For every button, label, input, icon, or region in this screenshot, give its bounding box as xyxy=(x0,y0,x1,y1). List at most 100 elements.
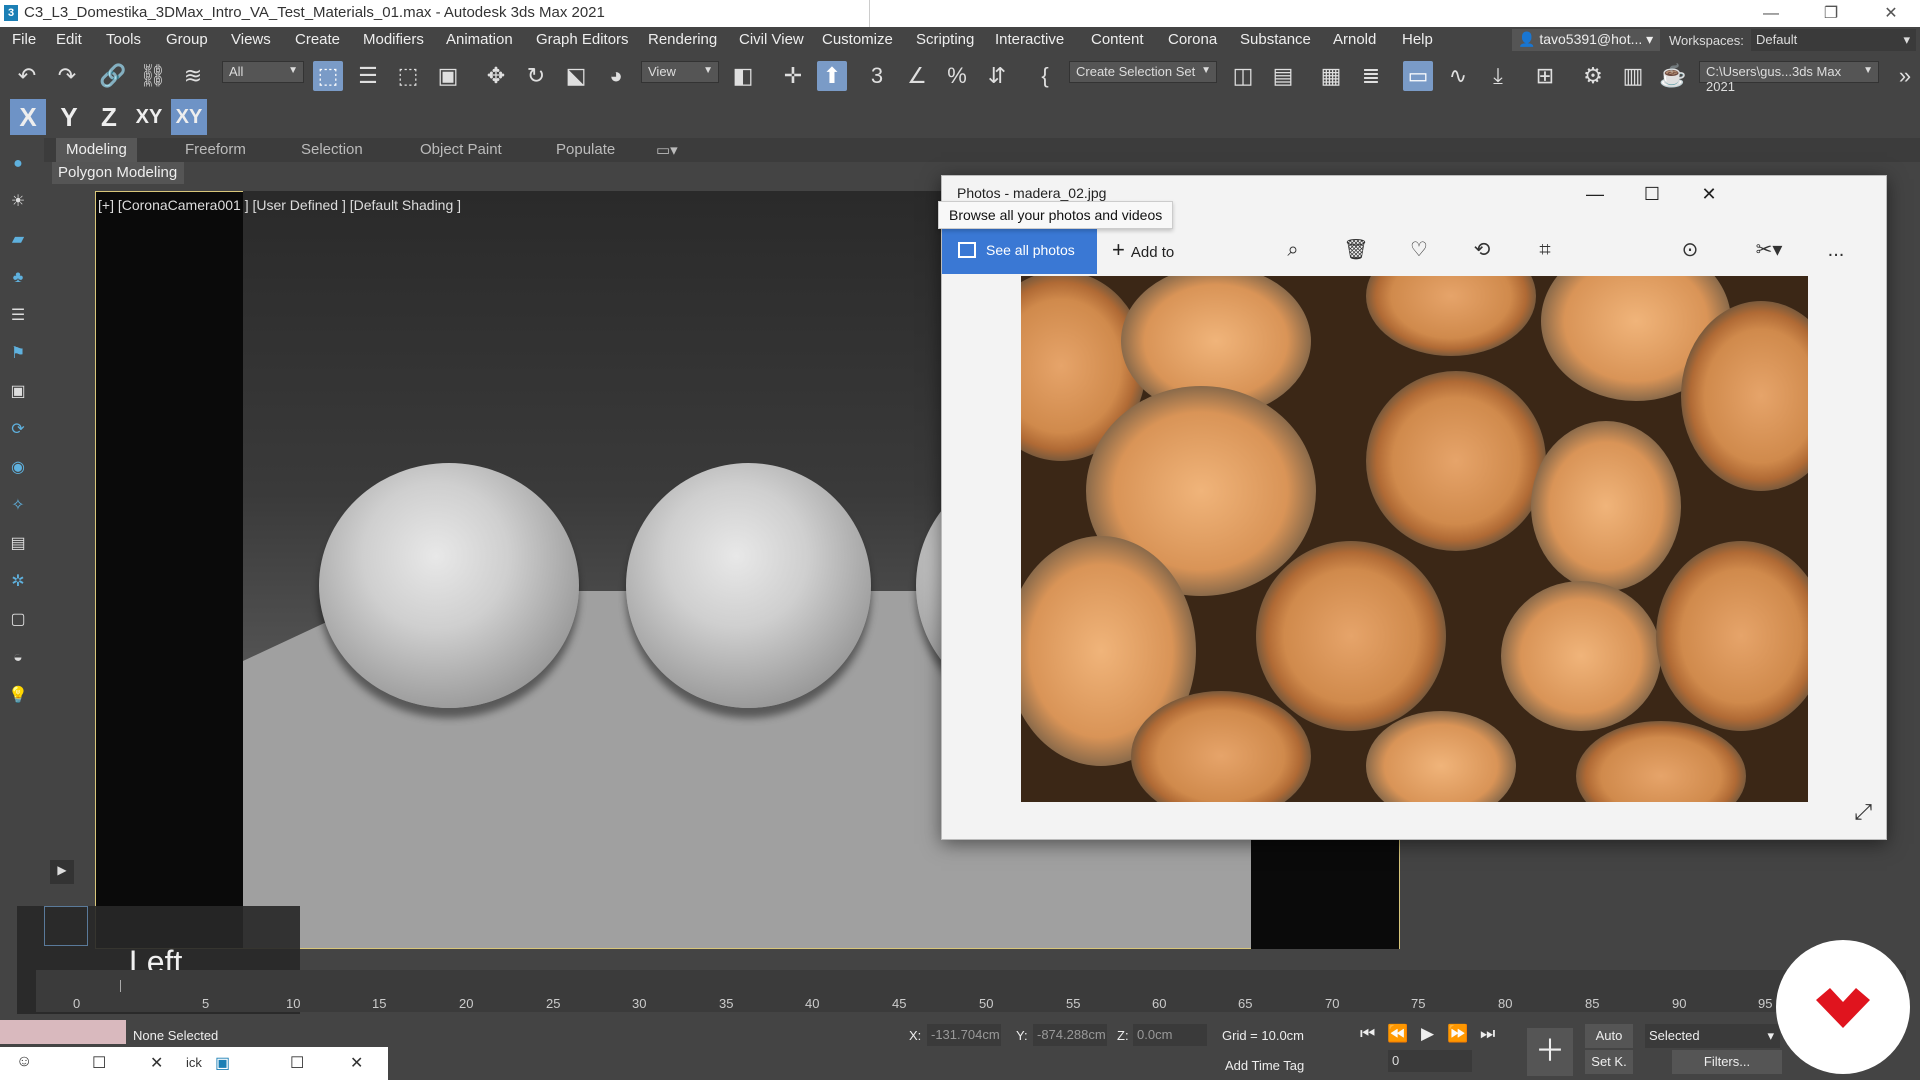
scene-states-icon[interactable]: ▢ xyxy=(8,610,28,630)
key-mode-select[interactable]: Selected ▾ xyxy=(1645,1024,1780,1048)
scale-icon[interactable]: ⬕ xyxy=(561,61,591,91)
curve-editor-icon[interactable]: ∿ xyxy=(1443,61,1473,91)
fullscreen-expand-icon[interactable]: ⤢ xyxy=(1854,799,1872,825)
go-to-end-icon[interactable]: ⏭ xyxy=(1480,1024,1495,1044)
taskbar-close-icon[interactable]: ✕ xyxy=(150,1053,163,1073)
timeline[interactable]: 0 5 10 15 20 25 30 35 40 45 50 55 60 65 … xyxy=(36,970,1906,1012)
auto-key-button[interactable]: Auto xyxy=(1585,1024,1633,1048)
menu-edit[interactable]: Edit xyxy=(56,31,82,48)
reference-coordinate-select[interactable]: View ▼ xyxy=(641,61,719,83)
camera-icon[interactable]: ▰ xyxy=(8,230,28,250)
visual-search-icon[interactable]: ⊙ xyxy=(1676,236,1704,264)
menu-scripting[interactable]: Scripting xyxy=(916,31,974,48)
rendered-frame-window-icon[interactable]: ▥ xyxy=(1618,61,1648,91)
taskbar-restore-icon-2[interactable]: ☐ xyxy=(290,1053,304,1073)
display-icon[interactable]: ▣ xyxy=(8,382,28,402)
set-key-button[interactable]: Set K. xyxy=(1585,1050,1633,1074)
menu-substance[interactable]: Substance xyxy=(1240,31,1311,48)
play-expand-icon[interactable]: ▶ xyxy=(50,860,74,884)
more-options-icon[interactable]: ... xyxy=(1822,236,1850,264)
angle-snap-icon[interactable]: ∠ xyxy=(902,61,932,91)
edit-create-icon[interactable]: ✂▾ xyxy=(1755,236,1783,264)
utilities-icon[interactable]: ⟳ xyxy=(8,420,28,440)
align-icon[interactable]: ▤ xyxy=(1268,61,1298,91)
menu-group[interactable]: Group xyxy=(166,31,208,48)
create-icon[interactable]: ● xyxy=(8,154,28,174)
add-to-button[interactable]: + Add to xyxy=(1112,226,1174,274)
tab-modeling[interactable]: Modeling xyxy=(56,138,137,162)
move-icon[interactable]: ✥ xyxy=(481,61,511,91)
menu-corona[interactable]: Corona xyxy=(1168,31,1217,48)
spinner-snap-icon[interactable]: ⇵ xyxy=(982,61,1012,91)
unlink-icon[interactable]: ⛓ xyxy=(138,61,168,91)
axis-z-button[interactable]: Z xyxy=(91,99,127,135)
rotate-icon[interactable]: ⟲ xyxy=(1468,236,1496,264)
taskbar-restore-icon[interactable]: ☐ xyxy=(92,1053,106,1073)
ribbon-toggle-icon[interactable]: ▭ xyxy=(1403,61,1433,91)
render-frame-icon[interactable]: ▤ xyxy=(8,534,28,554)
scene-explorer-icon[interactable]: ▦ xyxy=(1316,61,1346,91)
motion-icon[interactable]: ⚑ xyxy=(8,344,28,364)
window-crossing-icon[interactable]: ▣ xyxy=(433,61,463,91)
render-setup-icon[interactable]: ⚙ xyxy=(1578,61,1608,91)
viewport-config-icon[interactable]: ◒ xyxy=(8,648,28,668)
y-coordinate-field[interactable]: -874.288cm xyxy=(1033,1024,1107,1046)
3dsmax-taskbar-icon[interactable]: ▣ xyxy=(215,1053,230,1073)
keyboard-shortcut-override-icon[interactable]: ⬆ xyxy=(817,61,847,91)
tab-selection[interactable]: Selection xyxy=(301,141,363,158)
dope-sheet-icon[interactable]: ⤓ xyxy=(1483,61,1513,91)
play-icon[interactable]: ▶ xyxy=(1421,1024,1434,1044)
menu-interactive[interactable]: Interactive xyxy=(995,31,1064,48)
link-icon[interactable]: 🔗 xyxy=(98,61,128,91)
undo-icon[interactable]: ↶ xyxy=(12,61,42,91)
current-frame-field[interactable]: 0 xyxy=(1388,1050,1472,1072)
effects-icon[interactable]: ✲ xyxy=(8,572,28,592)
project-folder-select[interactable]: C:\Users\gus...3ds Max 2021 ▼ xyxy=(1699,61,1879,94)
redo-icon[interactable]: ↷ xyxy=(52,61,82,91)
layer-explorer-icon[interactable]: ≣ xyxy=(1356,61,1386,91)
hierarchy-icon[interactable]: ♣ xyxy=(8,268,28,288)
sphere-2[interactable] xyxy=(626,463,871,708)
previous-frame-icon[interactable]: ⏪ xyxy=(1387,1024,1408,1044)
crop-icon[interactable]: ⌗ xyxy=(1531,236,1559,264)
maxscript-listener-mini[interactable] xyxy=(0,1020,126,1044)
see-all-photos-button[interactable]: See all photos xyxy=(942,226,1097,274)
next-frame-icon[interactable]: ⏩ xyxy=(1447,1024,1468,1044)
z-coordinate-field[interactable]: 0.0cm xyxy=(1133,1024,1207,1046)
edit-named-selection-icon[interactable]: { xyxy=(1030,61,1060,91)
x-coordinate-field[interactable]: -131.704cm xyxy=(927,1024,1001,1046)
viewcube-thumbnail[interactable] xyxy=(44,906,88,946)
close-button[interactable]: ✕ xyxy=(1868,0,1914,27)
select-manipulate-icon[interactable]: ✛ xyxy=(778,61,808,91)
select-by-name-icon[interactable]: ☰ xyxy=(353,61,383,91)
key-icon[interactable]: ＋ xyxy=(1527,1028,1573,1076)
place-icon[interactable]: ◕ xyxy=(601,61,631,91)
list-icon[interactable]: ☰ xyxy=(8,306,28,326)
restore-button[interactable]: ❐ xyxy=(1808,0,1854,27)
account-dropdown[interactable]: 👤 tavo5391@hot... ▾ xyxy=(1512,29,1660,51)
axis-x-button[interactable]: X xyxy=(10,99,46,135)
smiley-icon[interactable]: ☺ xyxy=(16,1053,32,1071)
go-to-start-icon[interactable]: ⏮ xyxy=(1360,1024,1375,1044)
menu-modifiers[interactable]: Modifiers xyxy=(363,31,424,48)
render-production-icon[interactable]: ☕ xyxy=(1658,61,1688,91)
sun-icon[interactable]: ☀ xyxy=(8,192,28,212)
photos-maximize-button[interactable]: ☐ xyxy=(1629,180,1675,208)
pivot-center-icon[interactable]: ◧ xyxy=(728,61,758,91)
minimize-button[interactable]: — xyxy=(1748,0,1794,27)
trash-icon[interactable]: 🗑 xyxy=(1342,236,1370,264)
menu-arnold[interactable]: Arnold xyxy=(1333,31,1376,48)
tab-populate[interactable]: Populate xyxy=(556,141,615,158)
lightbulb-icon[interactable]: 💡 xyxy=(8,686,28,706)
rectangular-selection-icon[interactable]: ⬚ xyxy=(393,61,423,91)
workspace-select[interactable]: Default ▾ xyxy=(1751,29,1916,51)
polygon-modeling-panel[interactable]: Polygon Modeling xyxy=(52,162,184,184)
menu-content[interactable]: Content xyxy=(1091,31,1144,48)
schematic-view-icon[interactable]: ⊞ xyxy=(1530,61,1560,91)
axis-y-button[interactable]: Y xyxy=(51,99,87,135)
material-icon[interactable]: ◉ xyxy=(8,458,28,478)
wood-logs-photo[interactable] xyxy=(1021,276,1808,802)
menu-file[interactable]: File xyxy=(12,31,36,48)
ribbon-options-icon[interactable]: ▭▾ xyxy=(656,141,678,159)
photos-close-button[interactable]: ✕ xyxy=(1686,180,1732,208)
